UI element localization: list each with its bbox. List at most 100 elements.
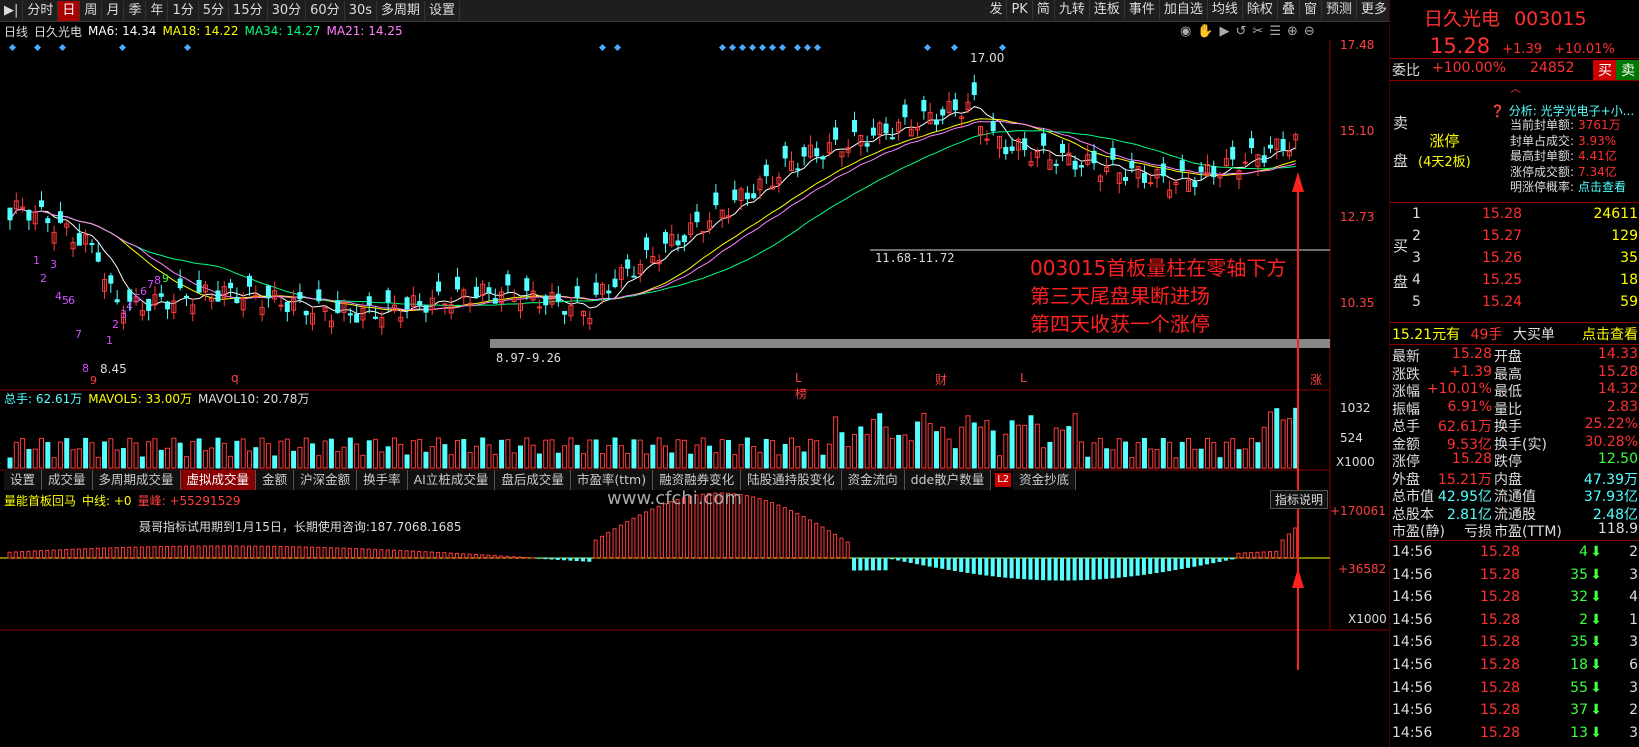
marker-finance[interactable]: 财 (935, 371, 947, 388)
toolbar-button[interactable]: PK (1007, 0, 1033, 20)
period-tab[interactable]: 60分 (306, 0, 345, 21)
toolbar-button[interactable]: 加自选 (1160, 0, 1208, 20)
indicator-bar (1223, 557, 1228, 561)
last-price: 15.28 (1430, 34, 1491, 58)
tick-price: 15.28 (1480, 544, 1521, 560)
marker-q[interactable]: q (231, 371, 239, 385)
bid-row: 1 15.28 24611 (1390, 206, 1639, 228)
period-tab[interactable]: 多周期 (377, 0, 426, 21)
indicator-tab[interactable]: 陆股通持股变化 (741, 470, 842, 490)
volume-bar (1167, 441, 1173, 469)
period-tab[interactable]: 日 (58, 0, 81, 21)
indicator-tab[interactable]: 沪深金额 (294, 470, 358, 490)
volume-bar (971, 422, 977, 469)
play-icon[interactable]: ▶ (1220, 24, 1230, 39)
tick-count: 2 (1629, 544, 1638, 560)
candle-body (417, 301, 423, 306)
buy-button[interactable]: 买 (1593, 60, 1617, 80)
indicator-bar (864, 557, 869, 571)
indicator-tab[interactable]: 资金抄底 (1013, 470, 1077, 490)
indicator-tab[interactable]: 虚拟成交量 (180, 470, 257, 490)
toolbar-button[interactable]: 均线 (1208, 0, 1243, 20)
indicator-tab[interactable]: 多周期成交量 (92, 470, 181, 490)
toolbar-button[interactable]: 简 (1033, 0, 1055, 20)
indicator-tab[interactable]: 市盈率(ttm) (570, 470, 654, 490)
period-tab[interactable]: 1分 (168, 0, 199, 21)
indicator-tab[interactable]: dde散户数量 (904, 470, 992, 490)
period-tab[interactable]: 周 (80, 0, 103, 21)
volume-bar (265, 443, 271, 469)
marker-limit[interactable]: 涨 (1310, 371, 1322, 388)
volume-bar (1230, 438, 1236, 469)
indicator-tab[interactable]: AI立桩成交量 (407, 470, 496, 490)
candle-body (1148, 182, 1154, 185)
scissors-icon[interactable]: ✂ (1252, 24, 1263, 39)
indicator-tab[interactable]: 盘后成交量 (495, 470, 571, 490)
indicator-bar (1267, 551, 1272, 559)
indicator-bar (259, 545, 264, 559)
big-order-link[interactable]: 点击查看 (1582, 324, 1638, 344)
period-tab[interactable]: 15分 (229, 0, 268, 21)
indicator-help-button[interactable]: 指标说明 (1270, 490, 1329, 509)
tick-count: 3 (1629, 724, 1638, 741)
indicator-bar (335, 547, 340, 559)
kline-chart[interactable] (0, 40, 1389, 670)
candle-body (196, 279, 202, 293)
ma21-label: MA21: 14.25 (326, 24, 403, 38)
marker-rank[interactable]: L榜 (795, 371, 807, 402)
stat-value: 14.33 (1597, 346, 1638, 362)
toolbar-button[interactable]: 发 (985, 0, 1008, 20)
period-tab[interactable]: 5分 (199, 0, 230, 21)
toolbar-button[interactable]: 叠 (1278, 0, 1300, 20)
indicator-tab[interactable]: 换手率 (357, 470, 408, 490)
toolbar-button[interactable]: 更多 (1357, 0, 1392, 20)
indicator-tab[interactable]: 融资融券变化 (653, 470, 742, 490)
period-tab[interactable]: 年 (146, 0, 169, 21)
collapse-icon[interactable]: ︿ (1510, 80, 1521, 96)
period-tab[interactable]: 设置 (425, 0, 461, 21)
list-icon[interactable]: ☰ (1269, 24, 1281, 39)
indicator-bar (770, 502, 775, 559)
zoom-in-icon[interactable]: ⊕ (1287, 24, 1298, 39)
period-tab[interactable]: 季 (124, 0, 147, 21)
bid-qty: 24611 (1593, 206, 1638, 222)
sell-button[interactable]: 卖 (1616, 60, 1639, 80)
limit-info-row: 涨停成交额: 7.34亿 (1510, 165, 1626, 181)
zoom-out-icon[interactable]: ⊖ (1304, 24, 1315, 39)
indicator-tab[interactable]: 成交量 (42, 470, 93, 490)
volume-bar (284, 438, 290, 469)
volume-bar (744, 437, 750, 469)
volume-bar (127, 437, 133, 469)
toolbar-button[interactable]: 窗 (1300, 0, 1322, 20)
candle-body (593, 282, 599, 295)
toolbar-right: 发 PK 简九转 连板 事件 加自选 均线 除权叠窗预测 更多 (985, 0, 1392, 20)
toolbar-button[interactable]: 预测 (1322, 0, 1357, 20)
candle-body (373, 316, 379, 319)
period-tab[interactable]: 月 (102, 0, 125, 21)
toolbar-button[interactable]: 除权 (1243, 0, 1278, 20)
tick-row: 14:56 15.28 32 4 ⬇ (1390, 589, 1639, 611)
period-tab[interactable]: 30分 (268, 0, 307, 21)
indicator-tab[interactable]: 设置 (4, 470, 43, 490)
period-tab[interactable]: 30s (345, 0, 378, 21)
limit-info-value[interactable]: 点击查看 (1578, 180, 1626, 194)
undo-icon[interactable]: ↺ (1236, 24, 1247, 39)
period-tab[interactable]: 分时 (23, 0, 59, 21)
indicator-bar (1129, 557, 1134, 577)
toolbar-button[interactable]: 九转 (1055, 0, 1090, 20)
marker-l[interactable]: L (1020, 371, 1027, 385)
indicator-bar (839, 537, 844, 559)
indicator-bar (1135, 557, 1140, 576)
analysis-text[interactable]: 分析: 光学光电子+小... (1509, 104, 1634, 118)
eye-icon[interactable]: ◉ (1180, 24, 1191, 39)
indicator-tab[interactable]: 资金流向 (841, 470, 905, 490)
indicator-peak: 量峰: +55291529 (137, 494, 241, 508)
toolbar-button[interactable]: 事件 (1125, 0, 1160, 20)
indicator-tab[interactable]: 金额 (256, 470, 295, 490)
toolbar-menu-icon[interactable]: ▶| (0, 0, 24, 21)
indicator-bar (776, 504, 781, 559)
toolbar-button[interactable]: 连板 (1090, 0, 1125, 20)
seq-num: 8 (154, 274, 161, 287)
volume-bar (1286, 418, 1292, 469)
hand-icon[interactable]: ✋ (1197, 24, 1213, 39)
